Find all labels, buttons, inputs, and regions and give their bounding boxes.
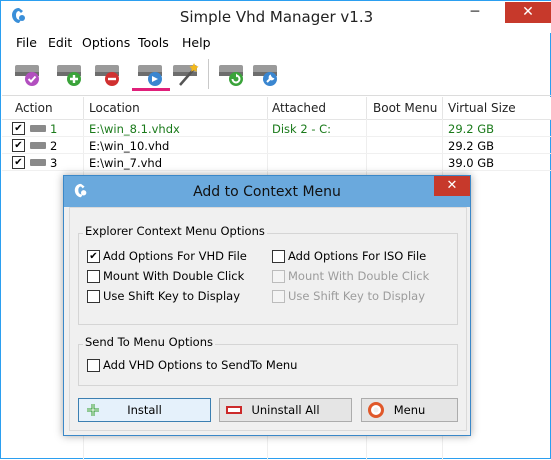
row-number: 1	[50, 122, 58, 136]
add-vhd-icon[interactable]	[54, 57, 86, 89]
row-checkbox[interactable]: ✔	[12, 139, 25, 152]
dialog-body: Explorer Context Menu Options ✔ Add Opti…	[69, 207, 467, 431]
menu-options[interactable]: Options	[82, 35, 130, 50]
checkbox-box[interactable]	[87, 290, 100, 303]
checkbox-box	[272, 290, 285, 303]
uninstall-all-button[interactable]: Uninstall All	[219, 398, 352, 422]
row-attached: Disk 2 - C:	[272, 122, 332, 136]
dialog-title-bar[interactable]: Add to Context Menu ✕	[64, 176, 470, 207]
column-action[interactable]: Action	[15, 101, 53, 115]
checkbox-label: Mount With Double Click	[288, 269, 430, 283]
checkbox-label: Add VHD Options to SendTo Menu	[103, 358, 298, 372]
row-size: 29.2 GB	[448, 139, 495, 153]
toolbar-separator	[208, 59, 209, 89]
menu-file[interactable]: File	[16, 35, 37, 50]
row-checkbox[interactable]: ✔	[12, 156, 25, 169]
context-menu-icon[interactable]	[135, 57, 167, 89]
drive-icon	[30, 142, 46, 149]
checkbox-box[interactable]	[87, 359, 100, 372]
menu-bar: File Edit Options Tools Help	[2, 33, 551, 53]
title-bar[interactable]: Simple Vhd Manager v1.3 ─ ☐ ✕	[1, 1, 551, 33]
row-size: 29.2 GB	[448, 122, 495, 136]
column-separator[interactable]	[83, 97, 84, 119]
column-boot-menu[interactable]: Boot Menu	[373, 101, 437, 115]
menu-help[interactable]: Help	[182, 35, 211, 50]
column-attached[interactable]: Attached	[272, 101, 326, 115]
toolbar	[2, 53, 551, 96]
checkbox-label: Add Options For ISO File	[288, 249, 427, 263]
column-separator[interactable]	[442, 97, 443, 119]
close-button[interactable]: ✕	[505, 2, 551, 23]
checkbox-label: Use Shift Key to Display	[103, 289, 241, 303]
iso-add-options-checkbox[interactable]: Add Options For ISO File	[272, 249, 447, 265]
vhd-shift-key-checkbox[interactable]: Use Shift Key to Display	[87, 289, 262, 305]
checkbox-box[interactable]	[87, 270, 100, 283]
explorer-group-title: Explorer Context Menu Options	[83, 224, 267, 238]
menu-label: Menu	[393, 403, 426, 417]
row-checkbox[interactable]: ✔	[12, 122, 25, 135]
checkbox-label: Add Options For VHD File	[103, 249, 247, 263]
row-size: 39.0 GB	[448, 156, 495, 170]
add-to-context-menu-dialog: Add to Context Menu ✕ Explorer Context M…	[63, 175, 471, 436]
table-row[interactable]: ✔ 1 E:\win_8.1.vhdx Disk 2 - C: 29.2 GB	[2, 121, 551, 137]
settings-wizard-icon[interactable]	[170, 57, 202, 89]
drive-icon	[30, 125, 46, 132]
column-separator[interactable]	[267, 97, 268, 119]
minimize-button[interactable]: ─	[463, 4, 487, 24]
sendto-group-title: Send To Menu Options	[83, 335, 215, 349]
checkbox-box[interactable]: ✔	[87, 250, 100, 263]
list-header: Action Location Attached Boot Menu Virtu…	[2, 97, 551, 120]
mount-vhd-icon[interactable]	[12, 57, 44, 89]
checkbox-label: Use Shift Key to Display	[288, 289, 426, 303]
row-number: 3	[50, 156, 58, 170]
uninstall-all-label: Uninstall All	[251, 403, 320, 417]
tools-icon[interactable]	[250, 57, 282, 89]
active-tool-indicator	[132, 88, 170, 91]
checkbox-label: Mount With Double Click	[103, 269, 245, 283]
drive-icon	[30, 159, 46, 166]
dialog-close-button[interactable]: ✕	[434, 176, 470, 196]
vhd-double-click-checkbox[interactable]: Mount With Double Click	[87, 269, 262, 285]
row-location: E:\win_8.1.vhdx	[89, 122, 180, 136]
table-row[interactable]: ✔ 2 E:\win_10.vhd 29.2 GB	[2, 138, 551, 154]
iso-shift-key-checkbox: Use Shift Key to Display	[272, 289, 447, 305]
sendto-checkbox[interactable]: Add VHD Options to SendTo Menu	[87, 358, 317, 374]
menu-button[interactable]: Menu	[361, 398, 458, 422]
install-button[interactable]: Install	[78, 398, 211, 422]
checkbox-box[interactable]	[272, 250, 285, 263]
checkbox-box	[272, 270, 285, 283]
vhd-add-options-checkbox[interactable]: ✔ Add Options For VHD File	[87, 249, 262, 265]
remove-vhd-icon[interactable]	[92, 57, 124, 89]
row-number: 2	[50, 139, 58, 153]
install-label: Install	[127, 403, 162, 417]
column-separator[interactable]	[366, 97, 367, 119]
refresh-icon[interactable]	[216, 57, 248, 89]
column-virtual-size[interactable]: Virtual Size	[448, 101, 516, 115]
iso-double-click-checkbox: Mount With Double Click	[272, 269, 447, 285]
table-row[interactable]: ✔ 3 E:\win_7.vhd 39.0 GB	[2, 155, 551, 171]
column-location[interactable]: Location	[89, 101, 140, 115]
row-location: E:\win_10.vhd	[89, 139, 170, 153]
row-location: E:\win_7.vhd	[89, 156, 163, 170]
menu-tools[interactable]: Tools	[138, 35, 169, 50]
menu-edit[interactable]: Edit	[48, 35, 72, 50]
dialog-title: Add to Context Menu	[193, 184, 341, 200]
